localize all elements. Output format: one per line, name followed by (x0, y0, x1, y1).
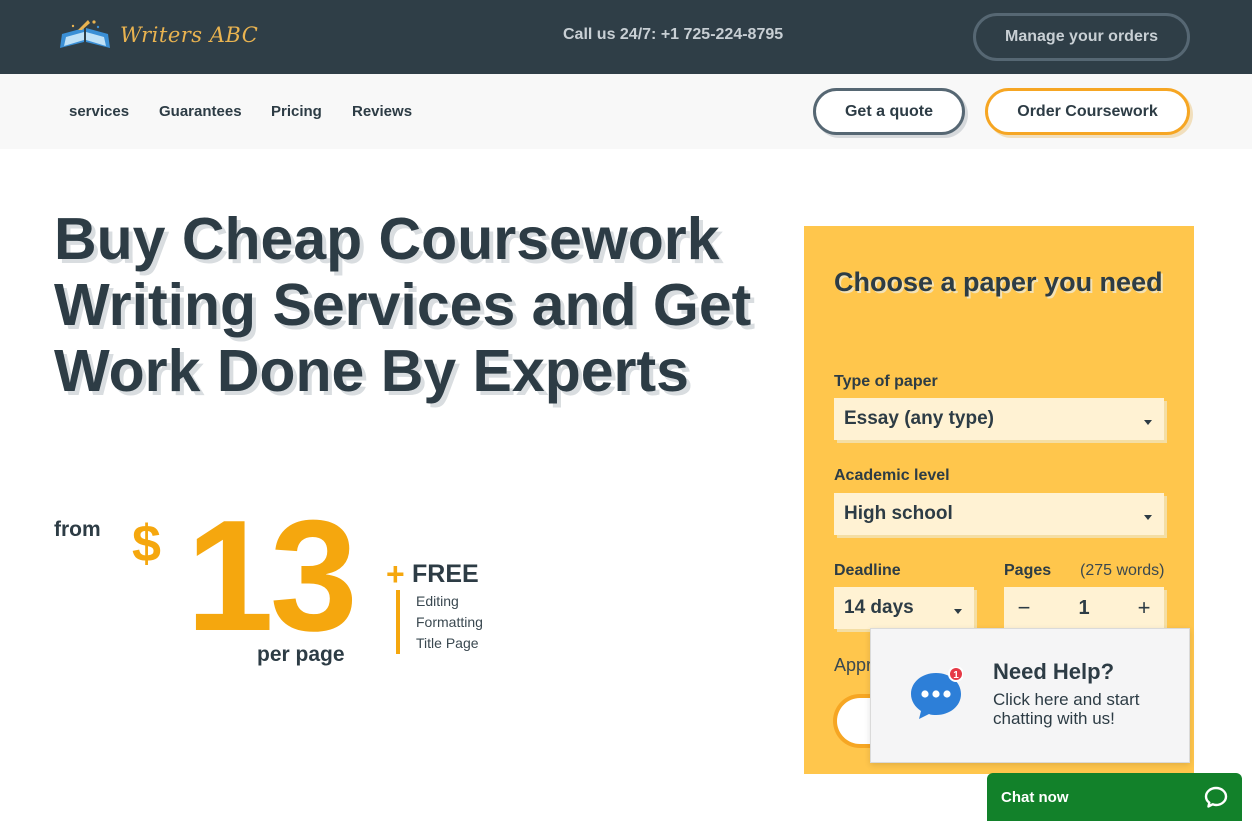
free-divider (396, 590, 400, 654)
manage-orders-button[interactable]: Manage your orders (973, 13, 1190, 61)
price-from-label: from (54, 518, 101, 541)
academic-level-select[interactable]: High school (834, 493, 1164, 535)
deadline-value: 14 days (844, 597, 914, 618)
need-help-text-line-1: Click here and start (993, 690, 1140, 709)
order-coursework-button[interactable]: Order Coursework (985, 88, 1190, 135)
type-of-paper-label: Type of paper (834, 373, 938, 390)
book-logo-icon (60, 20, 110, 48)
chat-now-button[interactable]: Chat now (987, 773, 1242, 821)
currency-symbol: $ (132, 515, 161, 573)
phone-number[interactable]: Call us 24/7: +1 725-224-8795 (563, 26, 783, 44)
get-quote-button[interactable]: Get a quote (813, 88, 965, 135)
words-count: (275 words) (1080, 562, 1165, 579)
deadline-label: Deadline (834, 562, 901, 579)
free-item-formatting: Formatting (416, 614, 483, 630)
chevron-down-icon (954, 609, 962, 614)
type-of-paper-select[interactable]: Essay (any type) (834, 398, 1164, 440)
top-bar: Writers ABC Call us 24/7: +1 725-224-879… (0, 0, 1252, 74)
academic-level-value: High school (844, 503, 953, 524)
logo-text: Writers ABC (120, 23, 259, 47)
free-label: FREE (412, 560, 479, 588)
notification-badge: 1 (953, 670, 959, 681)
minus-button[interactable]: − (1004, 595, 1044, 621)
chat-bubble-icon: 1 (911, 667, 963, 719)
need-help-text: Click here and start chatting with us! (993, 690, 1139, 728)
free-item-editing: Editing (416, 593, 459, 609)
free-features-list: Editing Formatting Title Page (416, 591, 483, 654)
price-value: 13 (186, 488, 358, 664)
chat-now-label: Chat now (1001, 788, 1069, 806)
hero-title: Buy Cheap Coursework Writing Services an… (54, 206, 752, 404)
pages-value[interactable]: 1 (1078, 597, 1089, 620)
per-page-label: per page (257, 643, 345, 666)
approx-price-label: Appr (834, 655, 873, 675)
deadline-select[interactable]: 14 days (834, 587, 974, 629)
chevron-down-icon (1144, 420, 1152, 425)
nav-item-pricing[interactable]: Pricing (271, 103, 322, 120)
nav-item-services[interactable]: services (69, 103, 129, 120)
order-form-title: Choose a paper you need (834, 267, 1163, 297)
academic-level-label: Academic level (834, 467, 950, 484)
chevron-down-icon (1144, 515, 1152, 520)
type-of-paper-value: Essay (any type) (844, 408, 994, 429)
need-help-title: Need Help? (993, 659, 1115, 684)
nav-bar: services Guarantees Pricing Reviews Get … (0, 74, 1252, 149)
nav-item-guarantees[interactable]: Guarantees (159, 103, 242, 120)
chat-icon (1204, 786, 1228, 808)
plus-icon: + (386, 556, 405, 592)
nav-item-reviews[interactable]: Reviews (352, 103, 412, 120)
logo[interactable]: Writers ABC (58, 18, 258, 52)
free-item-title-page: Title Page (416, 635, 479, 651)
chat-help-popup[interactable]: 1 Need Help? Click here and start chatti… (870, 628, 1190, 763)
pages-label: Pages (1004, 562, 1052, 579)
pages-stepper: − 1 + (1004, 587, 1164, 629)
need-help-text-line-2: chatting with us! (993, 709, 1115, 728)
plus-button[interactable]: + (1124, 595, 1164, 621)
